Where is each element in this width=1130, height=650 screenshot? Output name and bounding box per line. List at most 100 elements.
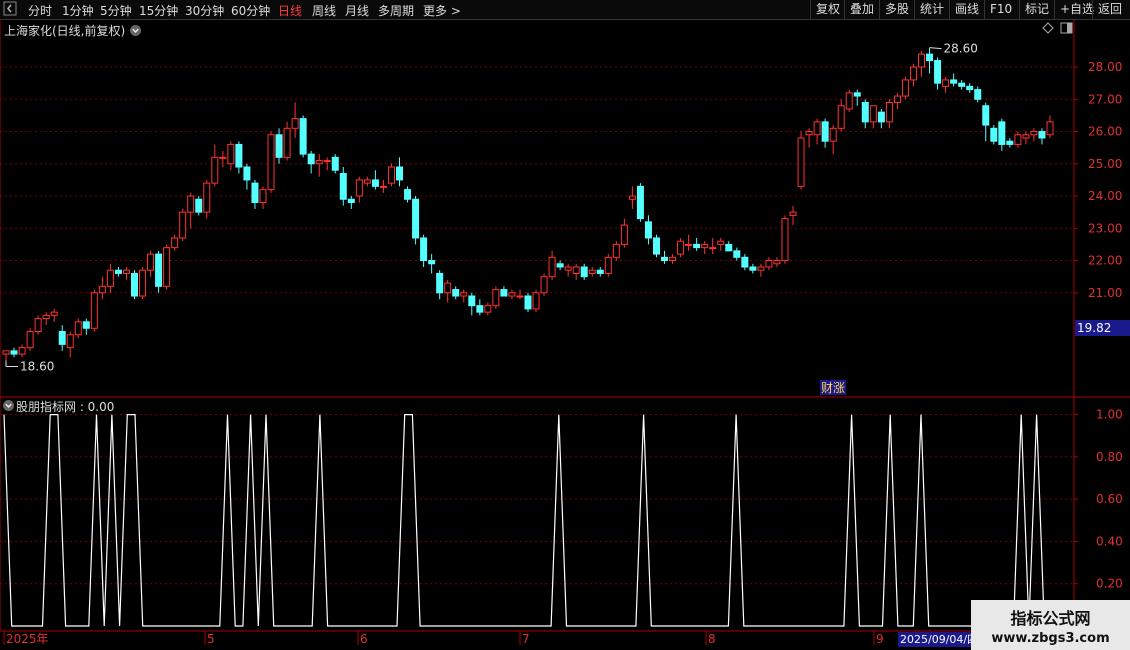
candle-body <box>74 321 82 336</box>
candle-body <box>773 260 781 265</box>
candle-body <box>540 276 548 294</box>
chevron-down-icon[interactable] <box>2 399 15 415</box>
candle-body <box>636 185 644 220</box>
f10-button[interactable]: F10 <box>984 0 1017 19</box>
candle-body <box>532 292 540 310</box>
candle-body <box>90 292 98 329</box>
candle-body <box>918 53 926 68</box>
candle-body <box>548 256 556 278</box>
main-y-tick-label: 28.00 <box>1088 60 1122 74</box>
candle-body <box>219 156 227 159</box>
diamond-icon[interactable] <box>1042 22 1054 37</box>
low-price-label: 18.60 <box>20 360 54 374</box>
candle-body <box>363 179 371 184</box>
candle-body <box>98 285 106 294</box>
mark-button[interactable]: 标记 <box>1019 0 1054 19</box>
candle-body <box>1006 140 1014 145</box>
period-tab-1min[interactable]: 1分钟 <box>62 2 94 19</box>
ind-y-tick-label: 0.40 <box>1096 534 1123 548</box>
candle-body <box>476 305 484 313</box>
adjust-button[interactable]: 复权 <box>810 0 845 19</box>
candle-body <box>243 166 251 181</box>
candle-body <box>460 292 468 297</box>
candle-body <box>974 89 982 100</box>
candle-body <box>652 237 660 255</box>
price-tag-bg <box>1075 320 1130 336</box>
candle-body <box>620 224 628 245</box>
ind-y-tick-label: 0.60 <box>1096 492 1123 506</box>
panel-toggle-icon[interactable] <box>1060 22 1073 37</box>
period-tab-60min[interactable]: 60分钟 <box>231 2 270 19</box>
candle-body <box>42 314 50 320</box>
period-tab-monthly[interactable]: 月线 <box>345 2 369 19</box>
watermark-line1: 指标公式网 <box>1010 609 1091 628</box>
candle-body <box>588 269 596 274</box>
candle-body <box>283 127 291 158</box>
candle-body <box>998 121 1006 145</box>
candle-body <box>604 256 612 274</box>
x-tick-label: 6 <box>360 632 368 646</box>
toolbar: 分时 1分钟 5分钟 15分钟 30分钟 60分钟 日线 周线 月线 多周期 更… <box>0 0 1130 20</box>
period-tab-weekly[interactable]: 周线 <box>312 2 336 19</box>
candle-body <box>444 282 452 294</box>
period-tab-5min[interactable]: 5分钟 <box>100 2 132 19</box>
arrow-left-icon[interactable] <box>3 1 17 19</box>
candle-body <box>139 269 147 297</box>
candle-body <box>420 237 428 262</box>
candle-body <box>564 266 572 271</box>
candle-body <box>187 195 195 213</box>
candle-body <box>701 243 709 249</box>
candle-body <box>251 182 259 203</box>
x-tick-label: 8 <box>708 632 716 646</box>
period-tab-fenshi[interactable]: 分时 <box>28 2 52 19</box>
candle-body <box>885 102 893 123</box>
candle-body <box>307 153 315 165</box>
back-button[interactable]: 返回 <box>1092 0 1127 19</box>
candle-body <box>717 240 725 245</box>
more-periods-button[interactable]: 更多 > <box>423 2 461 19</box>
candle-body <box>524 295 532 310</box>
draw-line-button[interactable]: 画线 <box>949 0 984 19</box>
candle-body <box>163 247 171 287</box>
candle-body <box>291 118 299 129</box>
candle-body <box>596 269 604 274</box>
candle-body <box>853 92 861 97</box>
candle-body <box>315 160 323 165</box>
candle-body <box>669 256 677 262</box>
candle-body <box>50 311 58 316</box>
chevron-down-icon[interactable] <box>129 24 142 40</box>
x-tick-label: 9 <box>876 632 884 646</box>
candle-body <box>18 347 26 355</box>
candle-body <box>741 256 749 268</box>
candle-body <box>837 105 845 129</box>
candle-body <box>982 105 990 126</box>
chart-title: 上海家化(日线,前复权) <box>4 22 142 40</box>
candle-body <box>379 185 387 188</box>
candle-body <box>829 127 837 142</box>
candle-body <box>82 321 90 329</box>
statistics-button[interactable]: 统计 <box>914 0 949 19</box>
candle-body <box>347 198 355 203</box>
candle-body <box>765 260 773 268</box>
period-tab-daily[interactable]: 日线 <box>278 2 302 19</box>
candle-body <box>10 350 18 355</box>
indicator-title: 股朋指标网 : 0.00 <box>16 400 115 414</box>
candle-body <box>709 247 717 250</box>
candle-body <box>733 250 741 258</box>
candle-body <box>179 211 187 239</box>
candle-body <box>155 253 163 287</box>
candle-body <box>492 289 500 307</box>
multi-stock-button[interactable]: 多股 <box>879 0 914 19</box>
price-tag-label: 19.82 <box>1077 321 1111 335</box>
overlay-button[interactable]: 叠加 <box>844 0 879 19</box>
candle-body <box>484 305 492 313</box>
candle-body <box>797 137 805 187</box>
candle-body <box>130 272 138 297</box>
period-tab-30min[interactable]: 30分钟 <box>185 2 224 19</box>
candle-body <box>813 121 821 136</box>
high-pointer <box>929 47 942 50</box>
candle-body <box>1038 131 1046 139</box>
candle-body <box>1022 134 1030 139</box>
period-tab-multi[interactable]: 多周期 <box>378 2 414 19</box>
period-tab-15min[interactable]: 15分钟 <box>139 2 178 19</box>
